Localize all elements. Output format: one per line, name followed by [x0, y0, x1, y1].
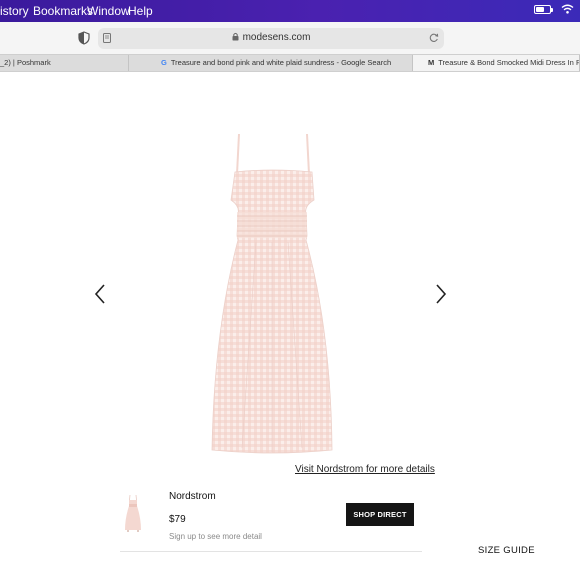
google-favicon-icon: G — [161, 58, 167, 67]
chevron-right-icon[interactable] — [435, 284, 447, 304]
tab-poshmark[interactable]: _2) | Poshmark — [0, 55, 129, 71]
menu-window[interactable]: Window — [87, 4, 130, 18]
divider — [120, 551, 422, 552]
menu-help[interactable]: Help — [128, 4, 153, 18]
modesens-favicon-icon: M — [428, 58, 435, 67]
wifi-icon[interactable] — [561, 4, 574, 14]
chevron-left-icon[interactable] — [94, 284, 106, 304]
visit-retailer-link[interactable]: Visit Nordstrom for more details — [295, 464, 435, 475]
tab-modesens-product[interactable]: M Treasure & Bond Smocked Midi Dress In P… — [413, 55, 580, 71]
product-image[interactable] — [206, 132, 338, 454]
privacy-shield-icon[interactable] — [78, 31, 90, 45]
retailer-name: Nordstrom — [169, 491, 216, 502]
url-text: modesens.com — [242, 32, 311, 43]
reload-icon[interactable] — [429, 32, 439, 43]
tab-label: Treasure & Bond Smocked Midi Dress In Pi… — [438, 58, 580, 67]
tab-google-search[interactable]: G Treasure and bond pink and white plaid … — [129, 55, 413, 71]
url-display[interactable]: modesens.com — [98, 32, 444, 43]
size-guide-link[interactable]: SIZE GUIDE — [478, 545, 535, 556]
menu-bar: istory Bookmarks Window Help — [0, 0, 580, 22]
address-bar[interactable]: modesens.com — [98, 28, 444, 49]
tab-label: _2) | Poshmark — [0, 58, 51, 67]
tab-label: Treasure and bond pink and white plaid s… — [170, 58, 392, 67]
tab-bar: _2) | Poshmark G Treasure and bond pink a… — [0, 54, 580, 72]
battery-icon[interactable] — [534, 4, 553, 14]
product-thumbnail[interactable] — [124, 494, 142, 532]
browser-toolbar: modesens.com — [0, 22, 580, 54]
status-icons — [534, 4, 574, 14]
menu-bookmarks[interactable]: Bookmarks — [33, 4, 93, 18]
signup-link[interactable]: Sign up to see more detail — [169, 532, 262, 541]
lock-icon — [232, 32, 239, 41]
shop-direct-button[interactable]: SHOP DIRECT — [346, 503, 414, 526]
product-price: $79 — [169, 514, 186, 525]
menu-history[interactable]: istory — [0, 4, 29, 18]
